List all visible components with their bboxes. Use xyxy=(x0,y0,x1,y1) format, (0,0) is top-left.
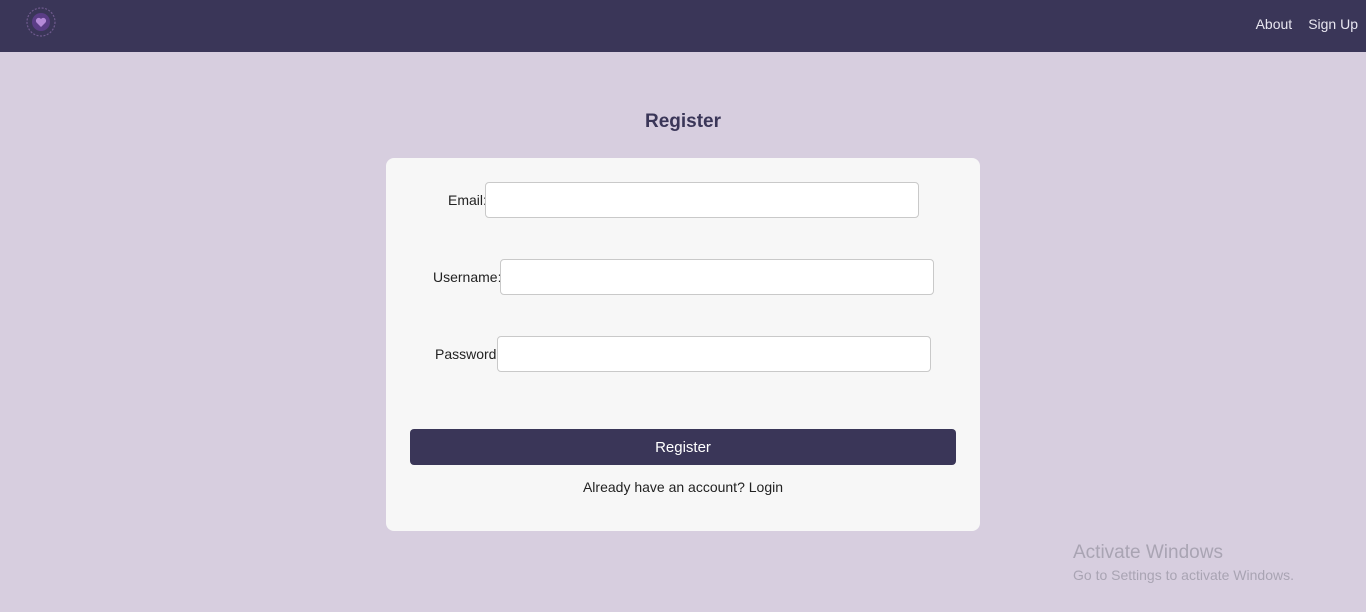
watermark-title: Activate Windows xyxy=(1073,542,1223,563)
password-label: Password: xyxy=(435,346,501,362)
username-field[interactable] xyxy=(500,259,934,295)
login-prompt: Already have an account? Login xyxy=(386,478,980,496)
register-form-card: Email: Username: Password: Register Alre… xyxy=(386,158,980,531)
nav-link-about[interactable]: About xyxy=(1256,15,1293,33)
email-label: Email: xyxy=(448,192,487,208)
brand-logo-icon[interactable] xyxy=(25,6,57,38)
nav-link-sign-up[interactable]: Sign Up xyxy=(1308,15,1358,33)
login-prompt-text: Already have an account? xyxy=(582,479,745,495)
password-field[interactable] xyxy=(497,336,931,372)
activate-windows-watermark: Activate Windows Go to Settings to activ… xyxy=(1073,541,1294,584)
username-label: Username: xyxy=(433,269,502,285)
nav-links: About Sign Up xyxy=(1256,15,1358,33)
email-field[interactable] xyxy=(485,182,919,218)
watermark-subtitle: Go to Settings to activate Windows. xyxy=(1073,566,1294,583)
register-button[interactable]: Register xyxy=(410,429,956,465)
top-navbar: About Sign Up xyxy=(0,0,1366,52)
login-link[interactable]: Login xyxy=(749,479,783,495)
page-title: Register xyxy=(644,111,722,132)
